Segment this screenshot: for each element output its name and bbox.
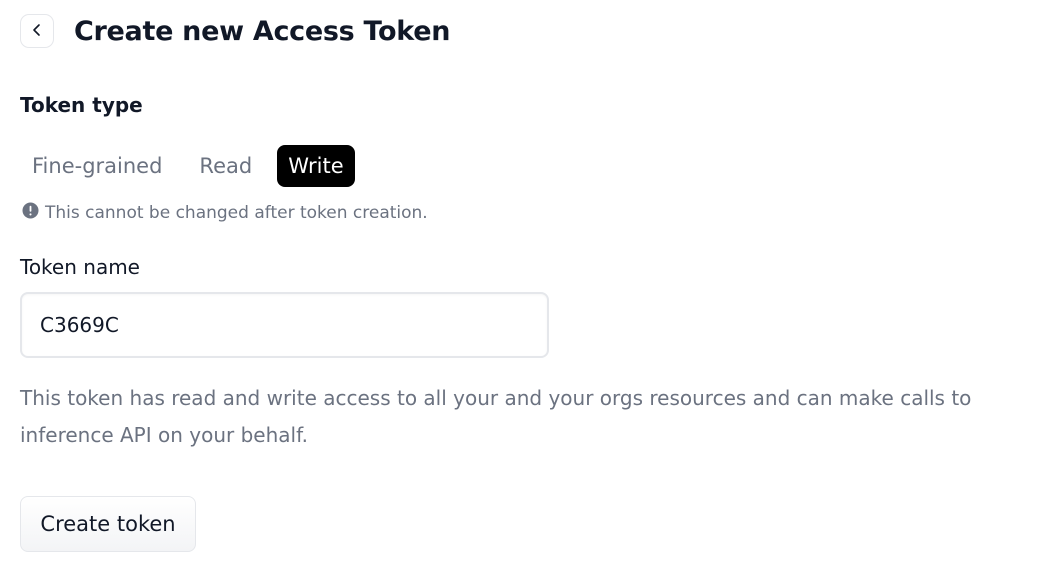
page-header: Create new Access Token [20,14,450,48]
token-name-input[interactable] [20,292,549,358]
create-token-button[interactable]: Create token [20,496,196,552]
token-type-label: Token type [20,93,143,117]
token-type-notice: This cannot be changed after token creat… [22,202,428,224]
tab-write[interactable]: Write [277,145,355,187]
tab-read[interactable]: Read [187,145,264,187]
exclamation-circle-icon [22,202,45,224]
notice-text: This cannot be changed after token creat… [45,203,428,223]
token-type-selector: Fine-grained Read Write [20,145,368,187]
chevron-left-icon [30,22,44,41]
token-description: This token has read and write access to … [20,386,972,447]
create-token-page: Create new Access Token Token type Fine-… [0,0,1058,568]
token-name-label: Token name [20,255,140,279]
tab-fine-grained[interactable]: Fine-grained [20,145,174,187]
page-title: Create new Access Token [74,15,451,47]
back-button[interactable] [20,14,54,48]
